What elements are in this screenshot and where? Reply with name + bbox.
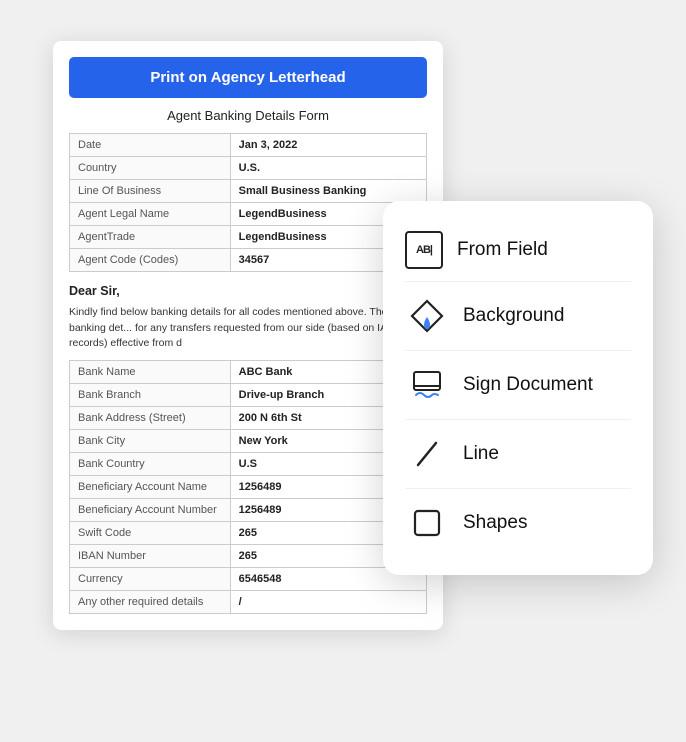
bottom-table: Bank NameABC BankBank BranchDrive-up Bra… xyxy=(69,360,427,614)
top-table: DateJan 3, 2022CountryU.S.Line Of Busine… xyxy=(69,133,427,272)
sign-document-icon xyxy=(405,363,449,407)
from-field-icon: AB| xyxy=(405,231,443,269)
doc-subtitle: Agent Banking Details Form xyxy=(53,108,443,123)
body-paragraph: Kindly find below banking details for al… xyxy=(69,305,427,352)
table-row: Any other required details/ xyxy=(70,591,427,614)
table-row: Bank Address (Street)200 N 6th St xyxy=(70,407,427,430)
background-icon xyxy=(405,294,449,338)
table-row: CountryU.S. xyxy=(70,157,427,180)
table-row: Bank NameABC Bank xyxy=(70,361,427,384)
background-label: Background xyxy=(463,305,564,327)
shapes-label: Shapes xyxy=(463,512,527,534)
table-row: Beneficiary Account Number1256489 xyxy=(70,499,427,522)
table-row: Currency6546548 xyxy=(70,568,427,591)
table-row: Bank CountryU.S xyxy=(70,453,427,476)
doc-body-text: Dear Sir, Kindly find below banking deta… xyxy=(69,282,427,352)
table-row: Swift Code265 xyxy=(70,522,427,545)
scene: Print on Agency Letterhead Agent Banking… xyxy=(33,21,653,721)
table-row: Agent Legal NameLegendBusiness xyxy=(70,203,427,226)
from-field-label: From Field xyxy=(457,239,548,261)
sign-document-label: Sign Document xyxy=(463,374,593,396)
table-row: AgentTradeLegendBusiness xyxy=(70,226,427,249)
menu-item-line[interactable]: Line xyxy=(405,419,631,488)
print-button[interactable]: Print on Agency Letterhead xyxy=(69,57,427,98)
table-row: Agent Code (Codes)34567 xyxy=(70,249,427,272)
table-row: IBAN Number265 xyxy=(70,545,427,568)
shapes-icon xyxy=(405,501,449,545)
table-row: Bank BranchDrive-up Branch xyxy=(70,384,427,407)
table-row: Beneficiary Account Name1256489 xyxy=(70,476,427,499)
table-row: Line Of BusinessSmall Business Banking xyxy=(70,180,427,203)
line-label: Line xyxy=(463,443,499,465)
menu-item-from-field[interactable]: AB| From Field xyxy=(405,219,631,281)
line-icon xyxy=(405,432,449,476)
menu-item-background[interactable]: Background xyxy=(405,281,631,350)
table-row: Bank CityNew York xyxy=(70,430,427,453)
menu-item-sign-document[interactable]: Sign Document xyxy=(405,350,631,419)
menu-item-shapes[interactable]: Shapes xyxy=(405,488,631,557)
salutation: Dear Sir, xyxy=(69,282,427,301)
menu-card: AB| From Field Background xyxy=(383,201,653,575)
table-row: DateJan 3, 2022 xyxy=(70,134,427,157)
